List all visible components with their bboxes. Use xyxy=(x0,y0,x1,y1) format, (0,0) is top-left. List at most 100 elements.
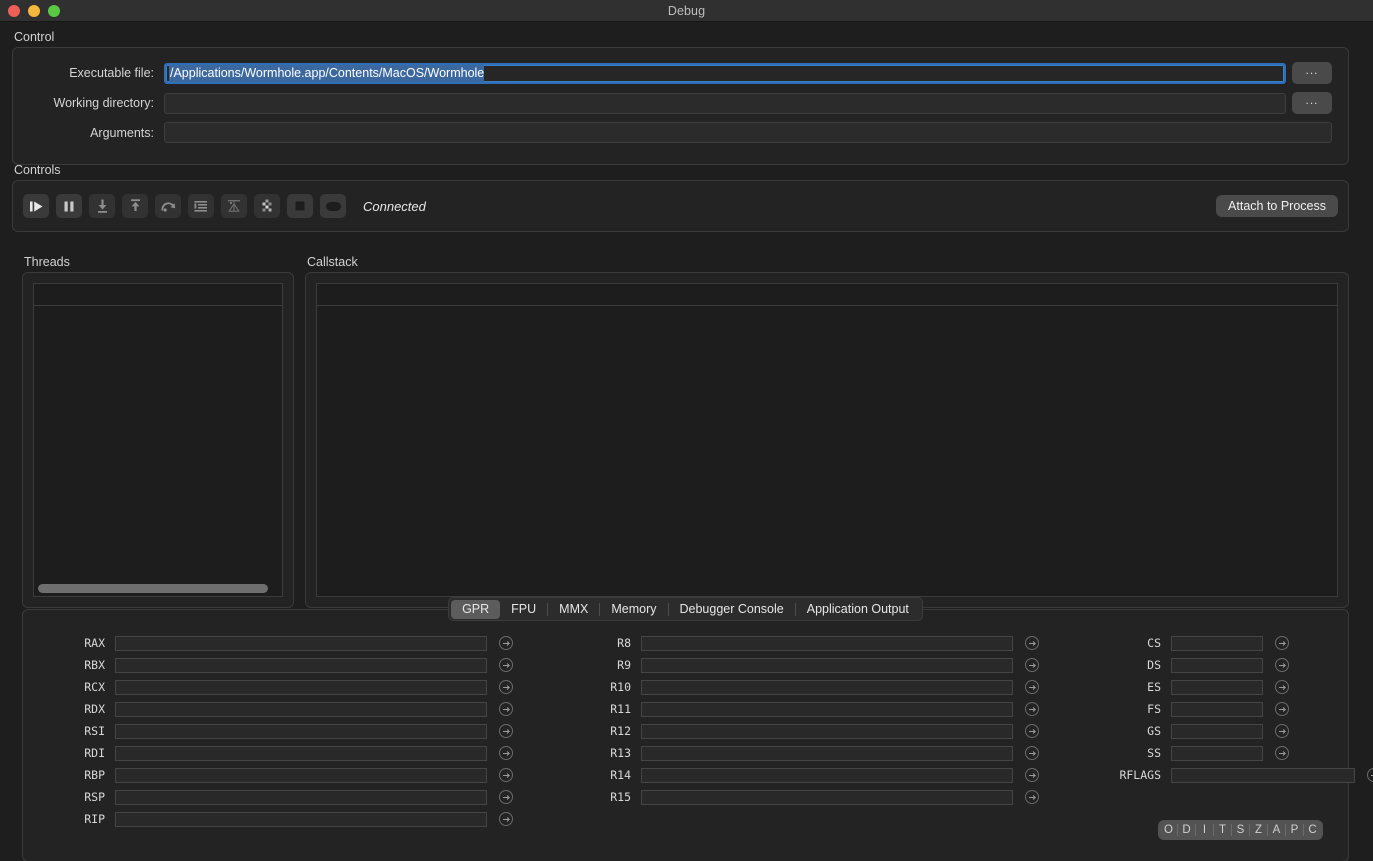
tab-debugger-console[interactable]: Debugger Console xyxy=(669,600,795,619)
tab-mmx[interactable]: MMX xyxy=(548,600,599,619)
detach-button[interactable] xyxy=(320,194,346,218)
register-goto-r11-button[interactable] xyxy=(1025,702,1039,716)
attach-to-process-button[interactable]: Attach to Process xyxy=(1216,195,1338,217)
register-label-rip: RIP xyxy=(84,812,105,826)
step-out-button[interactable] xyxy=(122,194,148,218)
detach-icon xyxy=(325,201,342,212)
register-goto-rax-button[interactable] xyxy=(499,636,513,650)
register-input-r14[interactable] xyxy=(641,767,1013,783)
register-input-r12[interactable] xyxy=(641,723,1013,739)
register-goto-rdx-button[interactable] xyxy=(499,702,513,716)
register-input-r11[interactable] xyxy=(641,701,1013,717)
flag-d[interactable]: D xyxy=(1178,824,1195,836)
pause-button[interactable] xyxy=(56,194,82,218)
register-input-r15[interactable] xyxy=(641,789,1013,805)
register-goto-r9-button[interactable] xyxy=(1025,658,1039,672)
arrow-right-circle-icon xyxy=(502,815,511,824)
arrow-right-circle-icon xyxy=(1028,749,1037,758)
step-into-button[interactable] xyxy=(89,194,115,218)
register-input-ds[interactable] xyxy=(1171,657,1263,673)
control-group: Control Executable file: /Applications/W… xyxy=(12,30,1349,165)
register-input-rbx[interactable] xyxy=(115,657,487,673)
threads-list-area[interactable] xyxy=(34,306,282,596)
arguments-input[interactable] xyxy=(164,122,1332,143)
threads-list[interactable] xyxy=(33,283,283,597)
register-goto-rbx-button[interactable] xyxy=(499,658,513,672)
executable-file-input[interactable]: /Applications/Wormhole.app/Contents/MacO… xyxy=(164,62,1286,84)
register-input-rdi[interactable] xyxy=(115,745,487,761)
register-goto-fs-button[interactable] xyxy=(1275,702,1289,716)
register-label-rflags: RFLAGS xyxy=(1119,768,1161,782)
working-directory-browse-button[interactable]: ... xyxy=(1292,92,1332,114)
register-goto-rbp-button[interactable] xyxy=(499,768,513,782)
register-goto-r12-button[interactable] xyxy=(1025,724,1039,738)
window-titlebar: Debug xyxy=(0,0,1373,22)
breakpoints-button[interactable] xyxy=(221,194,247,218)
register-input-r13[interactable] xyxy=(641,745,1013,761)
flag-p[interactable]: P xyxy=(1286,824,1303,836)
register-goto-rcx-button[interactable] xyxy=(499,680,513,694)
register-input-ss[interactable] xyxy=(1171,745,1263,761)
threads-horizontal-scrollbar[interactable] xyxy=(38,584,278,593)
register-input-r10[interactable] xyxy=(641,679,1013,695)
tab-gpr[interactable]: GPR xyxy=(451,599,501,619)
register-goto-rflags-button[interactable] xyxy=(1367,768,1373,782)
register-input-rip[interactable] xyxy=(115,811,487,827)
register-row: CS xyxy=(1099,632,1373,654)
register-goto-ds-button[interactable] xyxy=(1275,658,1289,672)
register-input-cs[interactable] xyxy=(1171,635,1263,651)
register-label-r14: R14 xyxy=(610,768,631,782)
register-goto-rsp-button[interactable] xyxy=(499,790,513,804)
flag-a[interactable]: A xyxy=(1268,824,1285,836)
register-input-rbp[interactable] xyxy=(115,767,487,783)
flag-z[interactable]: Z xyxy=(1250,824,1267,836)
working-directory-input[interactable] xyxy=(164,92,1286,114)
register-input-gs[interactable] xyxy=(1171,723,1263,739)
executable-file-browse-button[interactable]: ... xyxy=(1292,62,1332,84)
register-input-rcx[interactable] xyxy=(115,679,487,695)
register-input-rax[interactable] xyxy=(115,635,487,651)
register-goto-es-button[interactable] xyxy=(1275,680,1289,694)
registers-button[interactable] xyxy=(254,194,280,218)
register-row: RDX xyxy=(53,698,513,720)
tab-memory[interactable]: Memory xyxy=(600,600,667,619)
tab-application-output[interactable]: Application Output xyxy=(796,600,920,619)
stop-button[interactable] xyxy=(287,194,313,218)
register-goto-r13-button[interactable] xyxy=(1025,746,1039,760)
register-goto-r8-button[interactable] xyxy=(1025,636,1039,650)
register-input-r9[interactable] xyxy=(641,657,1013,673)
register-goto-r10-button[interactable] xyxy=(1025,680,1039,694)
register-row: SS xyxy=(1099,742,1373,764)
threads-scrollbar-thumb[interactable] xyxy=(38,584,269,593)
disassembly-button[interactable] xyxy=(188,194,214,218)
register-goto-rdi-button[interactable] xyxy=(499,746,513,760)
tab-fpu[interactable]: FPU xyxy=(500,600,547,619)
register-input-rsp[interactable] xyxy=(115,789,487,805)
register-goto-r14-button[interactable] xyxy=(1025,768,1039,782)
step-over-button[interactable] xyxy=(155,194,181,218)
register-input-es[interactable] xyxy=(1171,679,1263,695)
flag-s[interactable]: S xyxy=(1232,824,1249,836)
register-input-rflags[interactable] xyxy=(1171,767,1355,783)
register-goto-r15-button[interactable] xyxy=(1025,790,1039,804)
callstack-list[interactable] xyxy=(316,283,1338,597)
flag-i[interactable]: I xyxy=(1196,824,1213,836)
register-row: FS xyxy=(1099,698,1373,720)
register-input-rdx[interactable] xyxy=(115,701,487,717)
register-input-r8[interactable] xyxy=(641,635,1013,651)
register-input-fs[interactable] xyxy=(1171,701,1263,717)
tab-fpu-label: FPU xyxy=(511,601,537,616)
callstack-list-area[interactable] xyxy=(317,306,1337,596)
flag-o[interactable]: O xyxy=(1160,824,1177,836)
register-label-cs: CS xyxy=(1147,636,1161,650)
continue-button[interactable] xyxy=(23,194,49,218)
register-goto-cs-button[interactable] xyxy=(1275,636,1289,650)
flag-t[interactable]: T xyxy=(1214,824,1231,836)
register-input-rsi[interactable] xyxy=(115,723,487,739)
register-goto-rip-button[interactable] xyxy=(499,812,513,826)
register-goto-ss-button[interactable] xyxy=(1275,746,1289,760)
flag-c[interactable]: C xyxy=(1304,824,1321,836)
arrow-right-circle-icon xyxy=(502,727,511,736)
register-goto-gs-button[interactable] xyxy=(1275,724,1289,738)
register-goto-rsi-button[interactable] xyxy=(499,724,513,738)
